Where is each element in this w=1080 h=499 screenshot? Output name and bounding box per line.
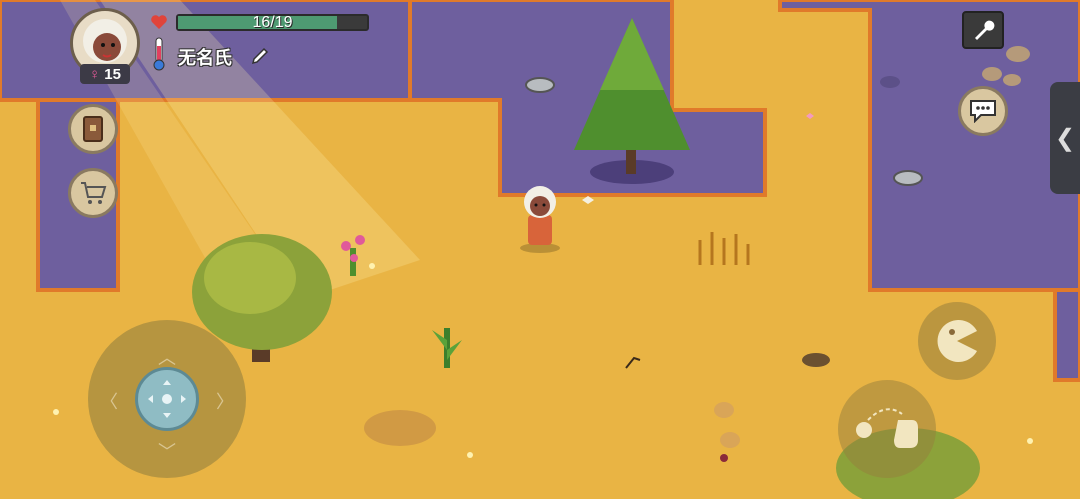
settings-button[interactable] xyxy=(962,11,1004,49)
pencil-icon[interactable] xyxy=(250,46,270,71)
speech-bubble-icon xyxy=(970,100,996,123)
rock[interactable] xyxy=(893,170,923,186)
joystick-left-arrow: 〈 xyxy=(100,392,118,412)
wrench-icon xyxy=(975,20,995,40)
book-icon xyxy=(83,116,103,142)
eat-button[interactable] xyxy=(918,302,996,380)
age-value: 15 xyxy=(104,65,121,83)
berry[interactable] xyxy=(720,454,728,462)
footprints xyxy=(720,432,740,448)
health-text: 16/19 xyxy=(252,14,293,31)
throw-button[interactable] xyxy=(838,380,936,478)
rock[interactable] xyxy=(525,77,555,93)
water-right-strip xyxy=(1053,288,1080,382)
pacman-eat-icon xyxy=(937,320,977,362)
movement-joystick[interactable]: ︿ ﹀ 〈 〉 xyxy=(88,320,246,478)
age-badge: ♀ 15 xyxy=(80,64,130,84)
chat-button[interactable] xyxy=(958,86,1008,136)
heart-icon xyxy=(150,13,168,36)
side-panel-toggle[interactable]: ❮ xyxy=(1050,82,1080,194)
journal-button[interactable] xyxy=(68,104,118,154)
dpad-icon xyxy=(148,380,186,418)
joystick-right-arrow: 〉 xyxy=(216,392,234,412)
cart-icon xyxy=(81,182,107,204)
player-name: 无名氏 xyxy=(178,48,232,68)
dirt-patch xyxy=(364,410,436,446)
joystick-knob[interactable] xyxy=(135,367,199,431)
female-icon: ♀ xyxy=(89,65,101,83)
throw-hand-icon xyxy=(856,408,918,448)
joystick-down-arrow: ﹀ xyxy=(158,442,176,462)
footprints xyxy=(714,402,734,418)
thermometer-icon xyxy=(152,36,166,77)
shop-button[interactable] xyxy=(68,168,118,218)
rock xyxy=(880,76,900,88)
health-bar: 16/19 xyxy=(176,14,369,31)
game-viewport[interactable]: ♀ 15 16/19 无名氏 ❮ ︿ ﹀ 〈 〉 xyxy=(0,0,1080,499)
chevron-left-icon: ❮ xyxy=(1054,124,1076,152)
turtle[interactable] xyxy=(802,353,830,367)
